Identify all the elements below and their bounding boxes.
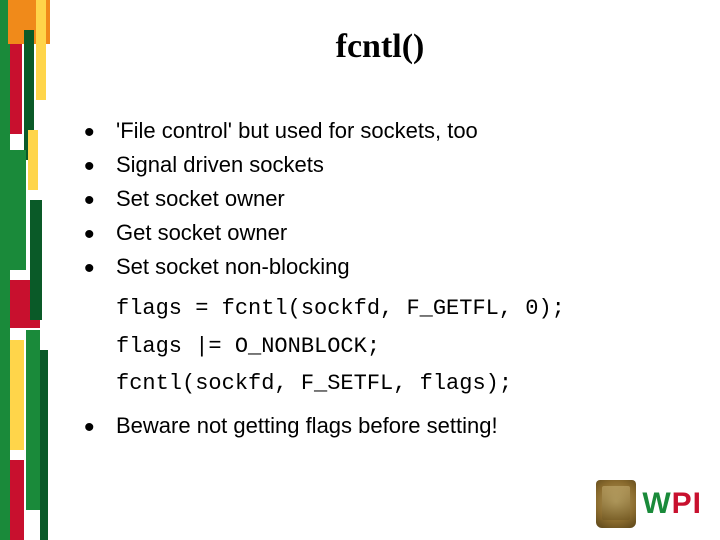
sidebar-bar — [40, 350, 48, 540]
wpi-logo-text: WPI — [642, 487, 702, 521]
logo-letter-i: I — [693, 487, 702, 520]
sidebar-bar — [10, 150, 26, 270]
bullet-list-bottom: Beware not getting flags before setting! — [112, 409, 700, 443]
code-block: flags = fcntl(sockfd, F_GETFL, 0); flags… — [116, 290, 700, 402]
bullet-item: Beware not getting flags before setting! — [112, 409, 700, 443]
bullet-item: Set socket owner — [112, 182, 700, 216]
logo-letter-w: W — [642, 487, 671, 520]
decorative-sidebar — [0, 0, 48, 540]
sidebar-bar — [0, 0, 10, 540]
content-area: fcntl() 'File control' but used for sock… — [60, 28, 700, 443]
slide: fcntl() 'File control' but used for sock… — [0, 0, 720, 540]
sidebar-bar — [28, 130, 38, 190]
logo-letter-p: P — [672, 487, 693, 520]
sidebar-bar — [30, 200, 42, 320]
wpi-logo: WPI — [596, 480, 702, 528]
bullet-item: 'File control' but used for sockets, too — [112, 114, 700, 148]
sidebar-bar — [10, 340, 24, 450]
sidebar-bar — [10, 44, 22, 134]
sidebar-bar — [26, 330, 40, 510]
bullet-item: Get socket owner — [112, 216, 700, 250]
bullet-item: Set socket non-blocking — [112, 250, 700, 284]
wpi-seal-icon — [596, 480, 636, 528]
bullet-list-top: 'File control' but used for sockets, too… — [112, 114, 700, 284]
bullet-item: Signal driven sockets — [112, 148, 700, 182]
slide-title: fcntl() — [60, 28, 700, 66]
sidebar-bar — [10, 460, 24, 540]
sidebar-bar — [36, 0, 46, 100]
